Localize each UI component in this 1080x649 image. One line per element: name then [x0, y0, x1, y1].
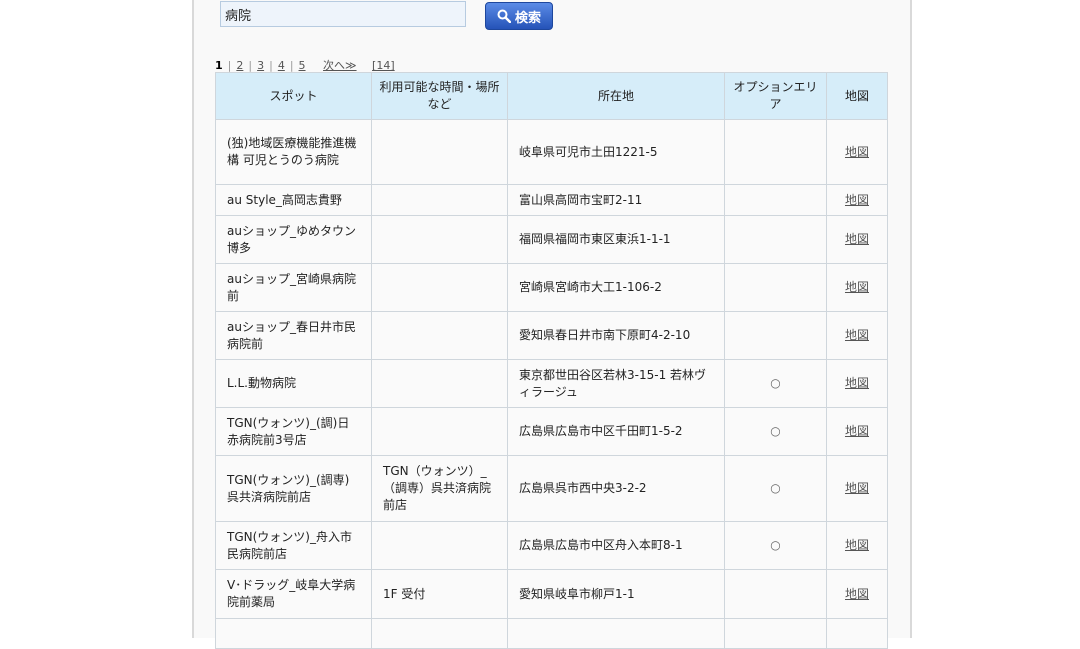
page-current: 1 — [215, 59, 223, 72]
cell-address: 岐阜県可児市土田1221-5 — [507, 119, 725, 185]
cell-map — [826, 618, 888, 649]
map-link[interactable]: 地図 — [845, 538, 869, 552]
cell-option: ○ — [724, 455, 827, 522]
cell-map: 地図 — [826, 311, 888, 360]
page-link-5[interactable]: 5 — [299, 59, 306, 72]
cell-map: 地図 — [826, 359, 888, 408]
search-button-label: 検索 — [514, 10, 541, 26]
header-option: オプションエリア — [724, 72, 827, 120]
table-row: TGN(ウォンツ)_(調)日赤病院前3号店 広島県広島市中区千田町1-5-2 ○… — [215, 407, 888, 456]
cell-map: 地図 — [826, 455, 888, 522]
cell-option — [724, 215, 827, 264]
cell-hours: 1F 受付 — [371, 569, 508, 619]
table-row: auショップ_ゆめタウン博多 福岡県福岡市東区東浜1-1-1 地図 — [215, 215, 888, 264]
cell-hours — [371, 263, 508, 312]
cell-option: ○ — [724, 359, 827, 408]
map-link[interactable]: 地図 — [845, 587, 869, 601]
cell-spot: TGN(ウォンツ)_舟入市民病院前店 — [215, 521, 372, 570]
cell-address: 愛知県春日井市南下原町4-2-10 — [507, 311, 725, 360]
table-row: auショップ_春日井市民病院前 愛知県春日井市南下原町4-2-10 地図 — [215, 311, 888, 360]
cell-hours — [371, 311, 508, 360]
cell-address: 広島県呉市西中央3-2-2 — [507, 455, 725, 522]
cell-spot: auショップ_春日井市民病院前 — [215, 311, 372, 360]
cell-spot: TGN(ウォンツ)_(調)日赤病院前3号店 — [215, 407, 372, 456]
cell-address: 広島県広島市中区舟入本町8-1 — [507, 521, 725, 570]
header-hours: 利用可能な時間・場所など — [371, 72, 508, 120]
cell-hours — [371, 407, 508, 456]
map-link[interactable]: 地図 — [845, 193, 869, 207]
map-link[interactable]: 地図 — [845, 145, 869, 159]
results-table: スポット 利用可能な時間・場所など 所在地 オプションエリア 地図 (独)地域医… — [215, 72, 888, 649]
table-row: V･ドラッグ_岐阜大学病院前薬局 1F 受付 愛知県岐阜市柳戸1-1 地図 — [215, 569, 888, 619]
cell-address: 富山県高岡市宝町2-11 — [507, 184, 725, 216]
map-link[interactable]: 地図 — [845, 280, 869, 294]
cell-map: 地図 — [826, 263, 888, 312]
cell-spot: auショップ_ゆめタウン博多 — [215, 215, 372, 264]
map-link[interactable]: 地図 — [845, 424, 869, 438]
cell-map: 地図 — [826, 184, 888, 216]
cell-option — [724, 311, 827, 360]
cell-map: 地図 — [826, 407, 888, 456]
page-link-2[interactable]: 2 — [236, 59, 243, 72]
cell-address: 東京都世田谷区若林3-15-1 若林ヴィラージュ — [507, 359, 725, 408]
map-link[interactable]: 地図 — [845, 328, 869, 342]
table-row: auショップ_宮崎県病院前 宮崎県宮崎市大工1-106-2 地図 — [215, 263, 888, 312]
cell-spot: auショップ_宮崎県病院前 — [215, 263, 372, 312]
cell-map: 地図 — [826, 215, 888, 264]
table-row: TGN(ウォンツ)_舟入市民病院前店 広島県広島市中区舟入本町8-1 ○ 地図 — [215, 521, 888, 570]
cell-option — [724, 184, 827, 216]
cell-option: ○ — [724, 407, 827, 456]
cell-option: ○ — [724, 521, 827, 570]
cell-map: 地図 — [826, 521, 888, 570]
cell-map: 地図 — [826, 569, 888, 619]
cell-spot: (独)地域医療機能推進機構 可児とうのう病院 — [215, 119, 372, 185]
cell-spot — [215, 618, 372, 649]
cell-option — [724, 569, 827, 619]
pagination: 1 | 2 | 3 | 4 | 5 次へ≫ [14] — [215, 59, 395, 72]
cell-address — [507, 618, 725, 649]
cell-hours — [371, 359, 508, 408]
cell-address: 広島県広島市中区千田町1-5-2 — [507, 407, 725, 456]
table-row: L.L.動物病院 東京都世田谷区若林3-15-1 若林ヴィラージュ ○ 地図 — [215, 359, 888, 408]
cell-option — [724, 618, 827, 649]
cell-hours: TGN（ウォンツ）_（調専）呉共済病院前店 — [371, 455, 508, 522]
cell-address: 宮崎県宮崎市大工1-106-2 — [507, 263, 725, 312]
cell-spot: V･ドラッグ_岐阜大学病院前薬局 — [215, 569, 372, 619]
search-icon — [497, 9, 511, 23]
cell-hours — [371, 184, 508, 216]
table-row — [215, 618, 888, 649]
last-page-link[interactable]: [14] — [372, 59, 395, 72]
cell-map: 地図 — [826, 119, 888, 185]
map-link[interactable]: 地図 — [845, 481, 869, 495]
map-link[interactable]: 地図 — [845, 376, 869, 390]
cell-spot: L.L.動物病院 — [215, 359, 372, 408]
cell-address: 愛知県岐阜市柳戸1-1 — [507, 569, 725, 619]
map-link[interactable]: 地図 — [845, 232, 869, 246]
header-spot: スポット — [215, 72, 372, 120]
cell-option — [724, 119, 827, 185]
header-map: 地図 — [826, 72, 888, 120]
cell-hours — [371, 521, 508, 570]
cell-hours — [371, 618, 508, 649]
cell-spot: TGN(ウォンツ)_(調専)呉共済病院前店 — [215, 455, 372, 522]
header-address: 所在地 — [507, 72, 725, 120]
next-page-link[interactable]: 次へ≫ — [323, 59, 357, 72]
cell-address: 福岡県福岡市東区東浜1-1-1 — [507, 215, 725, 264]
cell-hours — [371, 215, 508, 264]
page-link-4[interactable]: 4 — [278, 59, 285, 72]
table-row: au Style_高岡志貴野 富山県高岡市宝町2-11 地図 — [215, 184, 888, 216]
table-header-row: スポット 利用可能な時間・場所など 所在地 オプションエリア 地図 — [215, 72, 888, 120]
table-row: TGN(ウォンツ)_(調専)呉共済病院前店 TGN（ウォンツ）_（調専）呉共済病… — [215, 455, 888, 522]
page-link-3[interactable]: 3 — [257, 59, 264, 72]
search-input[interactable] — [220, 1, 466, 27]
cell-option — [724, 263, 827, 312]
search-button[interactable]: 検索 — [485, 2, 553, 30]
cell-spot: au Style_高岡志貴野 — [215, 184, 372, 216]
cell-hours — [371, 119, 508, 185]
table-row: (独)地域医療機能推進機構 可児とうのう病院 岐阜県可児市土田1221-5 地図 — [215, 119, 888, 185]
